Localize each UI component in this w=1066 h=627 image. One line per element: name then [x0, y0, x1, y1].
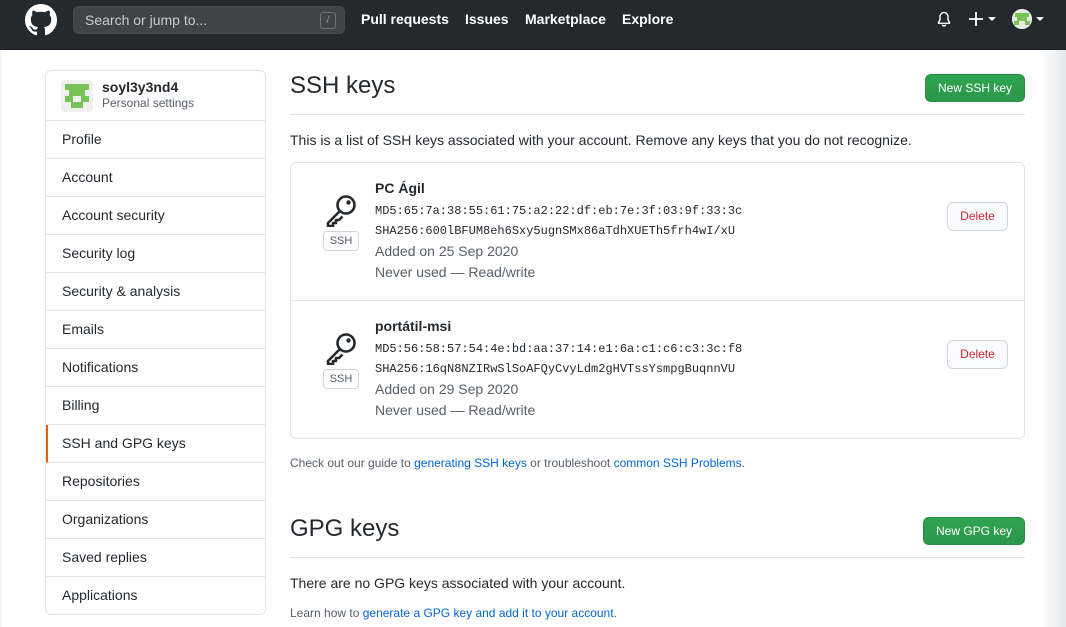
gpg-empty-text: There are no GPG keys associated with yo…	[290, 575, 626, 591]
gpg-keys-title: GPG keys	[290, 515, 400, 542]
gpg-title-divider	[290, 557, 1025, 558]
sidebar-item-profile[interactable]: Profile	[46, 121, 265, 159]
common-ssh-problems-link[interactable]: common SSH Problems	[614, 456, 742, 470]
search-placeholder: Search or jump to...	[85, 12, 208, 28]
nav-marketplace[interactable]: Marketplace	[525, 11, 606, 27]
ssh-badge: SSH	[323, 369, 359, 389]
sidebar-item-notifications[interactable]: Notifications	[46, 349, 265, 387]
nav-issues[interactable]: Issues	[465, 11, 509, 27]
key-icon	[326, 333, 356, 365]
github-logo-icon[interactable]	[25, 4, 57, 36]
learn-prefix: Learn how to	[290, 606, 360, 620]
ssh-key-usage: Never used — Read/write	[375, 402, 536, 418]
sidebar-item-saved-replies[interactable]: Saved replies	[46, 539, 265, 577]
sidebar-item-repositories[interactable]: Repositories	[46, 463, 265, 501]
generating-ssh-keys-link[interactable]: generating SSH keys	[414, 456, 527, 470]
search-input[interactable]: Search or jump to... /	[73, 6, 345, 34]
ssh-keys-list: SSH PC Ágil MD5:65:7a:38:55:61:75:a2:22:…	[290, 162, 1025, 439]
ssh-key-name: PC Ágil	[375, 180, 425, 196]
plus-icon[interactable]	[968, 9, 984, 29]
ssh-key-sha256: SHA256:600lBFUM8eh6Sxy5ugnSMx86aTdhXUETh…	[375, 224, 736, 238]
generate-gpg-key-link[interactable]: generate a GPG key and add it to your ac…	[363, 606, 614, 620]
new-ssh-key-button[interactable]: New SSH key	[925, 74, 1025, 102]
ssh-title-divider	[290, 114, 1025, 115]
right-edge-shade	[1040, 50, 1066, 627]
top-header: Search or jump to... / Pull requests Iss…	[0, 0, 1066, 50]
ssh-key-sha256: SHA256:16qN8NZIRwSlSoAFQyCvyLdm2gHVTssYs…	[375, 362, 736, 376]
key-icon	[326, 195, 356, 227]
settings-sidebar: soyl3y3nd4 Personal settings Profile Acc…	[45, 70, 266, 615]
sidebar-item-emails[interactable]: Emails	[46, 311, 265, 349]
ssh-key-added-date: Added on 29 Sep 2020	[375, 381, 519, 397]
sidebar-item-organizations[interactable]: Organizations	[46, 501, 265, 539]
ssh-key-name: portátil-msi	[375, 318, 452, 334]
nav-pull-requests[interactable]: Pull requests	[361, 11, 449, 27]
ssh-key-row: SSH PC Ágil MD5:65:7a:38:55:61:75:a2:22:…	[291, 163, 1024, 301]
sidebar-username[interactable]: soyl3y3nd4	[102, 79, 178, 95]
ssh-key-added-date: Added on 25 Sep 2020	[375, 243, 519, 259]
ssh-key-usage: Never used — Read/write	[375, 264, 536, 280]
guide-middle: or troubleshoot	[530, 456, 611, 470]
ssh-key-md5: MD5:65:7a:38:55:61:75:a2:22:df:eb:7e:3f:…	[375, 204, 743, 218]
sidebar-item-security-analysis[interactable]: Security & analysis	[46, 273, 265, 311]
ssh-keys-title: SSH keys	[290, 72, 396, 99]
nav-explore[interactable]: Explore	[622, 11, 673, 27]
sidebar-item-ssh-gpg-keys[interactable]: SSH and GPG keys	[46, 425, 265, 463]
ssh-key-row: SSH portátil-msi MD5:56:58:57:54:4e:bd:a…	[291, 301, 1024, 439]
sidebar-item-account-security[interactable]: Account security	[46, 197, 265, 235]
ssh-badge: SSH	[323, 231, 359, 251]
ssh-key-md5: MD5:56:58:57:54:4e:bd:aa:37:14:e1:6a:c1:…	[375, 342, 743, 356]
identicon-icon	[1012, 9, 1032, 29]
ssh-intro-text: This is a list of SSH keys associated wi…	[290, 132, 912, 148]
avatar-dropdown-caret-icon[interactable]	[1036, 17, 1044, 21]
sidebar-item-security-log[interactable]: Security log	[46, 235, 265, 273]
guide-prefix: Check out our guide to	[290, 456, 411, 470]
gpg-learn-text: Learn how to generate a GPG key and add …	[290, 606, 617, 620]
guide-suffix: .	[741, 456, 745, 470]
sidebar-avatar-icon[interactable]	[61, 80, 93, 112]
user-avatar[interactable]	[1012, 9, 1032, 29]
sidebar-item-account[interactable]: Account	[46, 159, 265, 197]
new-gpg-key-button[interactable]: New GPG key	[923, 517, 1025, 545]
slash-shortcut-hint: /	[320, 12, 336, 29]
bell-icon[interactable]	[936, 11, 952, 28]
sidebar-header: soyl3y3nd4 Personal settings	[46, 71, 265, 121]
plus-dropdown-caret-icon[interactable]	[988, 17, 996, 21]
ssh-guide-text: Check out our guide to generating SSH ke…	[290, 456, 745, 470]
delete-key-button[interactable]: Delete	[947, 202, 1008, 231]
sidebar-item-billing[interactable]: Billing	[46, 387, 265, 425]
learn-suffix: .	[613, 606, 617, 620]
sidebar-subtitle: Personal settings	[102, 96, 195, 110]
sidebar-item-applications[interactable]: Applications	[46, 577, 265, 614]
delete-key-button[interactable]: Delete	[947, 340, 1008, 369]
